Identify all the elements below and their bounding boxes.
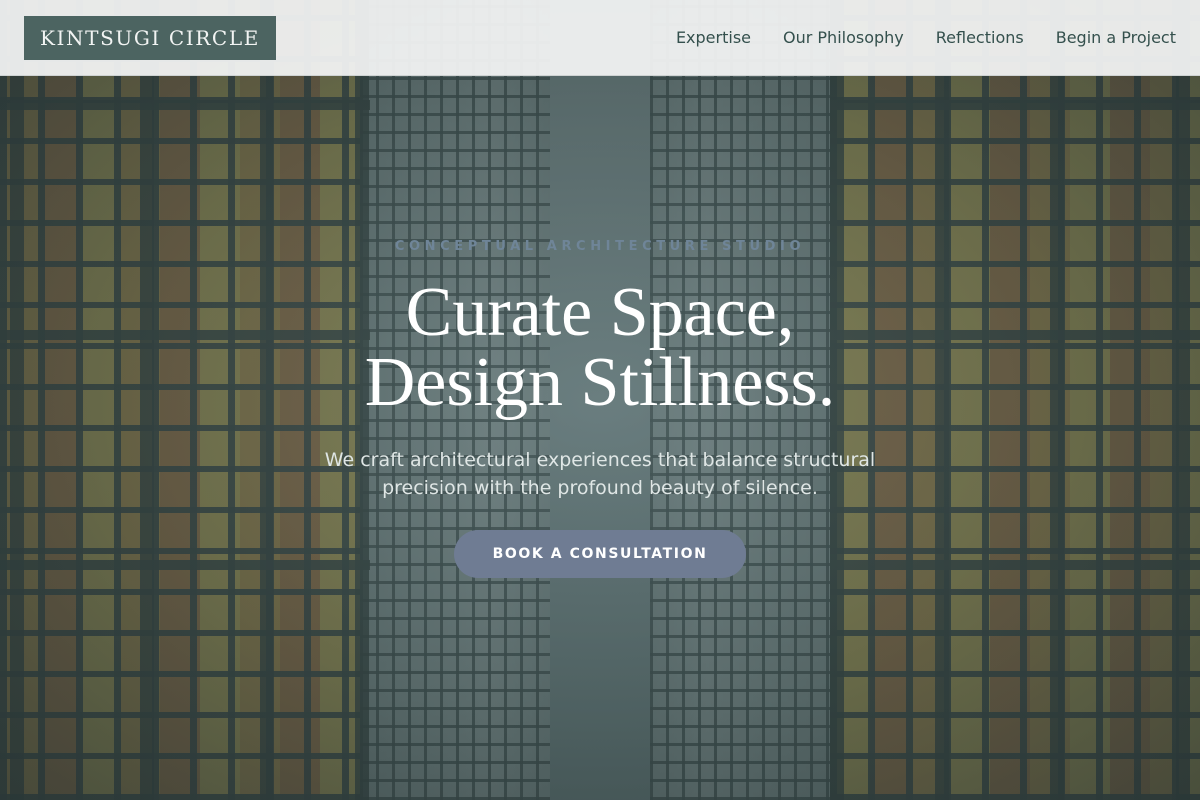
page: KINTSUGI CIRCLE Expertise Our Philosophy… [0,0,1200,800]
hero-eyebrow: CONCEPTUAL ARCHITECTURE STUDIO [394,239,806,254]
logo[interactable]: KINTSUGI CIRCLE [24,15,276,60]
book-consultation-button[interactable]: BOOK A CONSULTATION [454,530,746,578]
nav-link-our-philosophy[interactable]: Our Philosophy [783,28,904,47]
hero-content: CONCEPTUAL ARCHITECTURE STUDIO Curate Sp… [0,0,1200,800]
hero-headline-line-1: Curate Space, [405,274,795,351]
hero-subhead: We craft architectural experiences that … [324,449,876,499]
nav-link-expertise[interactable]: Expertise [676,28,751,47]
hero-headline: Curate Space, Design Stillness. [365,278,836,418]
hero-headline-line-2: Design Stillness. [364,344,836,421]
main-nav: Expertise Our Philosophy Reflections Beg… [676,28,1176,47]
nav-link-begin-a-project[interactable]: Begin a Project [1056,28,1176,47]
site-header: KINTSUGI CIRCLE Expertise Our Philosophy… [0,0,1200,76]
nav-link-reflections[interactable]: Reflections [936,28,1024,47]
logo-text: KINTSUGI CIRCLE [40,25,260,50]
